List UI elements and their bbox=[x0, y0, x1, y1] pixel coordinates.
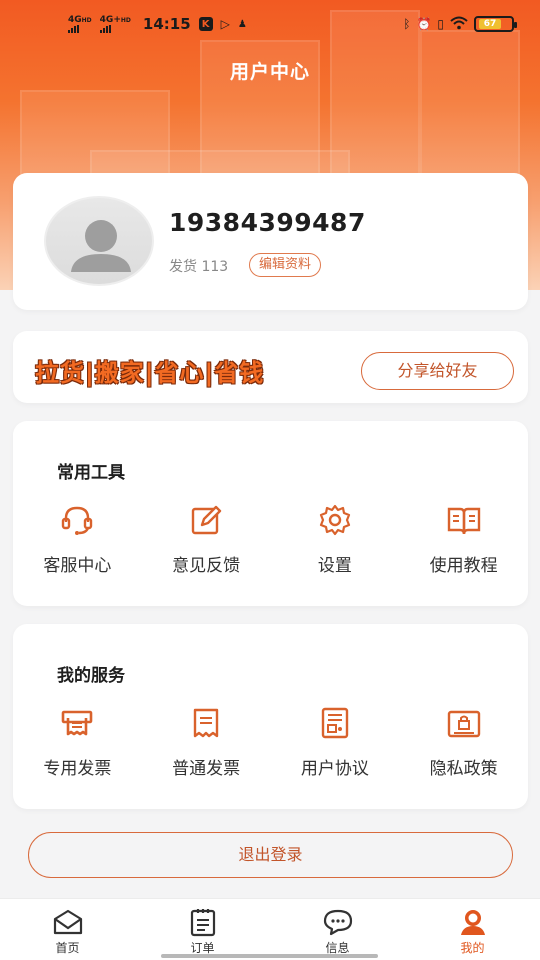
service-label: 专用发票 bbox=[43, 759, 112, 779]
wifi-icon bbox=[450, 16, 468, 33]
promo-slogan: 拉货|搬家|省心|省钱 bbox=[35, 359, 265, 387]
profile-card: 19384399487 发货 113 编辑资料 bbox=[13, 173, 528, 310]
tool-label: 客服中心 bbox=[43, 556, 112, 576]
service-special-invoice[interactable]: 专用发票 bbox=[13, 704, 142, 779]
service-normal-invoice[interactable]: 普通发票 bbox=[142, 704, 271, 779]
tool-tutorial[interactable]: 使用教程 bbox=[399, 501, 528, 576]
bottom-tab-bar: 首页 订单 信息 我的 bbox=[0, 898, 540, 960]
receipt-icon bbox=[193, 708, 219, 738]
book-icon bbox=[447, 507, 480, 535]
headset-icon bbox=[62, 506, 93, 535]
play-icon: ▷ bbox=[220, 17, 230, 31]
tab-orders[interactable]: 订单 bbox=[135, 899, 270, 960]
privacy-lock-icon bbox=[447, 710, 480, 738]
user-icon bbox=[460, 910, 485, 935]
common-tools-card: 常用工具 客服中心 意见反馈 设置 使用教程 bbox=[13, 421, 528, 606]
promo-card: 拉货|搬家|省心|省钱 分享给好友 bbox=[13, 331, 528, 403]
tool-label: 设置 bbox=[317, 556, 352, 576]
tool-label: 意见反馈 bbox=[172, 556, 241, 576]
ship-count: 发货 113 bbox=[169, 259, 229, 275]
edit-profile-button[interactable]: 编辑资料 bbox=[249, 253, 322, 277]
service-label: 用户协议 bbox=[300, 759, 369, 779]
notification-icon: ♟ bbox=[237, 18, 247, 30]
vibrate-icon: ▯ bbox=[437, 17, 444, 31]
home-envelope-icon bbox=[53, 909, 82, 935]
feedback-edit-icon bbox=[191, 505, 222, 535]
cellular-signal-2: 4G+HD bbox=[99, 15, 131, 33]
logout-button[interactable]: 退出登录 bbox=[28, 832, 513, 878]
clipboard-icon bbox=[190, 909, 215, 937]
status-bar: 4GHD 4G+HD 14:15 K ▷ ♟ ᛒ ⏰ ▯ 67 bbox=[0, 0, 540, 48]
battery-icon: 67 bbox=[474, 16, 517, 32]
app-k-icon: K bbox=[198, 17, 213, 31]
printer-invoice-icon bbox=[62, 710, 93, 736]
cellular-signal-1: 4GHD bbox=[68, 15, 92, 33]
service-label: 隐私政策 bbox=[429, 759, 498, 779]
tool-feedback[interactable]: 意见反馈 bbox=[142, 501, 271, 576]
share-button[interactable]: 分享给好友 bbox=[361, 352, 514, 390]
tool-customer-service[interactable]: 客服中心 bbox=[13, 501, 142, 576]
tab-home[interactable]: 首页 bbox=[0, 899, 135, 960]
service-user-agreement[interactable]: 用户协议 bbox=[271, 704, 400, 779]
page-title: 用户中心 bbox=[229, 61, 310, 83]
tab-label: 首页 bbox=[55, 941, 80, 955]
service-label: 普通发票 bbox=[172, 759, 241, 779]
home-indicator[interactable] bbox=[161, 954, 378, 958]
tab-messages[interactable]: 信息 bbox=[270, 899, 405, 960]
service-privacy-policy[interactable]: 隐私政策 bbox=[399, 704, 528, 779]
my-services-card: 我的服务 专用发票 普通发票 用户协议 隐私政策 bbox=[13, 624, 528, 809]
section-title-tools: 常用工具 bbox=[57, 463, 125, 483]
tool-settings[interactable]: 设置 bbox=[271, 501, 400, 576]
tab-mine[interactable]: 我的 bbox=[405, 899, 540, 960]
bluetooth-icon: ᛒ bbox=[403, 17, 411, 31]
user-phone: 19384399487 bbox=[169, 208, 366, 237]
alarm-icon: ⏰ bbox=[416, 17, 432, 31]
clock: 14:15 bbox=[142, 15, 191, 33]
tool-label: 使用教程 bbox=[429, 556, 498, 576]
section-title-services: 我的服务 bbox=[57, 666, 125, 686]
tab-label: 我的 bbox=[460, 941, 485, 955]
document-icon bbox=[321, 707, 349, 739]
gear-icon bbox=[319, 504, 350, 536]
chat-bubble-icon bbox=[323, 909, 352, 936]
avatar[interactable] bbox=[44, 196, 154, 286]
